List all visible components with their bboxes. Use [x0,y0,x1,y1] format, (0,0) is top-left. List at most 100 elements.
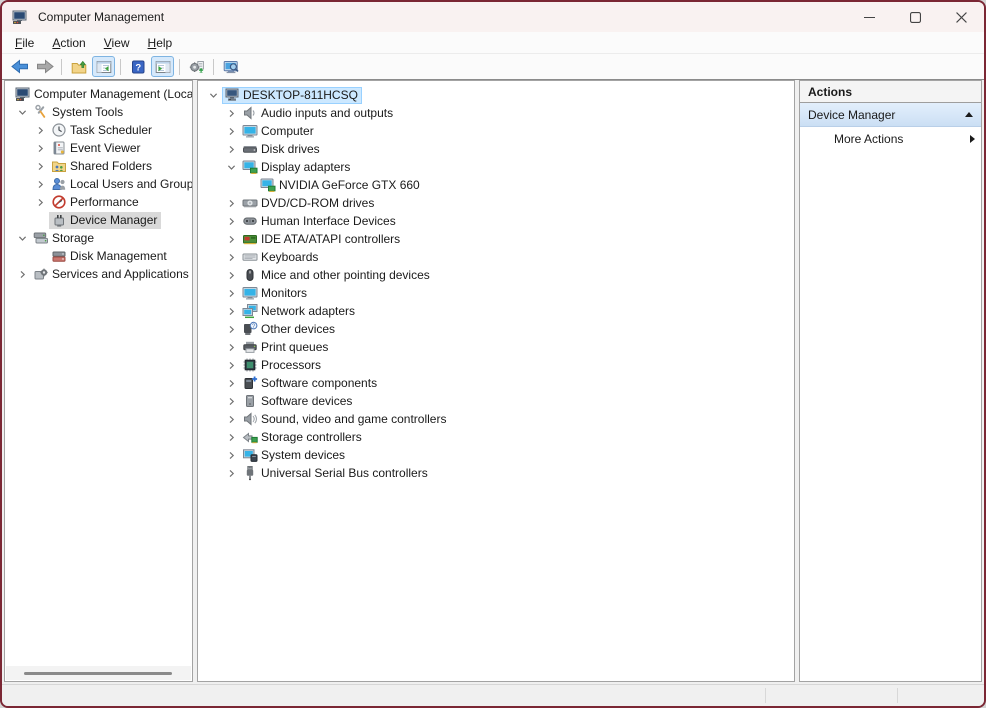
device-item-nvidia-geforce-gtx-660[interactable]: NVIDIA GeForce GTX 660 [198,176,794,194]
tree-item-content[interactable]: Software devices [240,393,356,410]
tree-item-content[interactable]: System Tools [31,104,127,121]
collapse-arrow-icon[interactable] [965,112,973,117]
help-button[interactable]: ? [126,56,149,77]
tree-item-content[interactable]: Mice and other pointing devices [240,267,434,284]
menu-help[interactable]: Help [139,34,182,52]
show-action-pane-button[interactable] [151,56,174,77]
chevron-down-icon[interactable] [13,108,31,117]
tree-item-content[interactable]: Computer Management (Local [13,86,192,103]
forward-button[interactable] [33,56,56,77]
device-item-software-devices[interactable]: Software devices [198,392,794,410]
console-item-event-viewer[interactable]: Event Viewer [5,139,192,157]
console-item-shared-folders[interactable]: Shared Folders [5,157,192,175]
chevron-down-icon[interactable] [204,91,222,100]
tree-item-content[interactable]: Event Viewer [49,140,144,157]
horizontal-scrollbar[interactable] [6,666,191,680]
chevron-right-icon[interactable] [222,361,240,370]
console-item-storage[interactable]: Storage [5,229,192,247]
maximize-button[interactable] [892,2,938,32]
chevron-right-icon[interactable] [222,469,240,478]
device-item-keyboards[interactable]: Keyboards [198,248,794,266]
chevron-right-icon[interactable] [31,198,49,207]
device-item-network-adapters[interactable]: Network adapters [198,302,794,320]
device-item-storage-controllers[interactable]: Storage controllers [198,428,794,446]
device-item-ide-ata-atapi-controllers[interactable]: IDE ATA/ATAPI controllers [198,230,794,248]
tree-item-content[interactable]: Performance [49,194,143,211]
back-button[interactable] [8,56,31,77]
tree-item-content[interactable]: Print queues [240,339,332,356]
tree-item-content[interactable]: Universal Serial Bus controllers [240,465,432,482]
device-item-display-adapters[interactable]: Display adapters [198,158,794,176]
scan-hardware-button[interactable] [219,56,242,77]
chevron-right-icon[interactable] [222,271,240,280]
tree-item-content[interactable]: Audio inputs and outputs [240,105,397,122]
console-item-computer-management-local[interactable]: Computer Management (Local [5,85,192,103]
device-item-desktop-811hcsq[interactable]: DESKTOP-811HCSQ [198,86,794,104]
tree-item-content[interactable]: Storage controllers [240,429,366,446]
up-level-button[interactable] [67,56,90,77]
more-actions-item[interactable]: More Actions [800,127,981,151]
console-item-disk-management[interactable]: Disk Management [5,247,192,265]
tree-item-content[interactable]: Task Scheduler [49,122,156,139]
device-item-print-queues[interactable]: Print queues [198,338,794,356]
tree-item-content[interactable]: Software components [240,375,381,392]
device-item-other-devices[interactable]: ? Other devices [198,320,794,338]
chevron-right-icon[interactable] [222,307,240,316]
tree-item-content[interactable]: Disk drives [240,141,324,158]
device-item-universal-serial-bus-controllers[interactable]: Universal Serial Bus controllers [198,464,794,482]
minimize-button[interactable] [846,2,892,32]
chevron-down-icon[interactable] [222,163,240,172]
tree-item-content[interactable]: Keyboards [240,249,322,266]
chevron-right-icon[interactable] [222,325,240,334]
scrollbar-thumb[interactable] [24,672,172,675]
chevron-right-icon[interactable] [13,270,31,279]
device-item-disk-drives[interactable]: Disk drives [198,140,794,158]
show-console-tree-button[interactable] [92,56,115,77]
console-item-task-scheduler[interactable]: Task Scheduler [5,121,192,139]
actions-group-device-manager[interactable]: Device Manager [800,103,981,127]
chevron-down-icon[interactable] [13,234,31,243]
tree-item-content[interactable]: Processors [240,357,325,374]
menu-file[interactable]: File [6,34,43,52]
device-item-audio-inputs-and-outputs[interactable]: Audio inputs and outputs [198,104,794,122]
device-item-system-devices[interactable]: System devices [198,446,794,464]
tree-item-content[interactable]: Shared Folders [49,158,156,175]
tree-item-content[interactable]: Human Interface Devices [240,213,400,230]
tree-item-content[interactable]: Disk Management [49,248,171,265]
close-button[interactable] [938,2,984,32]
device-item-mice-and-other-pointing-devices[interactable]: Mice and other pointing devices [198,266,794,284]
console-item-services-and-applications[interactable]: Services and Applications [5,265,192,283]
menu-action[interactable]: Action [43,34,94,52]
chevron-right-icon[interactable] [222,379,240,388]
tree-item-content[interactable]: IDE ATA/ATAPI controllers [240,231,404,248]
chevron-right-icon[interactable] [222,415,240,424]
console-item-performance[interactable]: Performance [5,193,192,211]
chevron-right-icon[interactable] [31,162,49,171]
tree-item-content[interactable]: System devices [240,447,349,464]
menu-view[interactable]: View [95,34,139,52]
tree-item-content[interactable]: Services and Applications [31,266,192,283]
chevron-right-icon[interactable] [31,144,49,153]
tree-item-content[interactable]: Device Manager [49,211,162,229]
device-item-processors[interactable]: Processors [198,356,794,374]
chevron-right-icon[interactable] [222,217,240,226]
device-item-computer[interactable]: Computer [198,122,794,140]
device-item-human-interface-devices[interactable]: Human Interface Devices [198,212,794,230]
chevron-right-icon[interactable] [31,180,49,189]
tree-item-content[interactable]: ? Other devices [240,321,339,338]
chevron-right-icon[interactable] [222,397,240,406]
chevron-right-icon[interactable] [222,109,240,118]
chevron-right-icon[interactable] [222,289,240,298]
chevron-right-icon[interactable] [222,253,240,262]
chevron-right-icon[interactable] [222,433,240,442]
device-item-monitors[interactable]: Monitors [198,284,794,302]
chevron-right-icon[interactable] [31,126,49,135]
tree-item-content[interactable]: DVD/CD-ROM drives [240,195,378,212]
tree-item-content[interactable]: Sound, video and game controllers [240,411,450,428]
tree-item-content[interactable]: Display adapters [240,159,354,176]
device-item-dvd-cd-rom-drives[interactable]: DVD/CD-ROM drives [198,194,794,212]
chevron-right-icon[interactable] [222,343,240,352]
tree-item-content[interactable]: NVIDIA GeForce GTX 660 [258,177,424,194]
chevron-right-icon[interactable] [222,451,240,460]
tree-item-content[interactable]: Storage [31,230,98,247]
